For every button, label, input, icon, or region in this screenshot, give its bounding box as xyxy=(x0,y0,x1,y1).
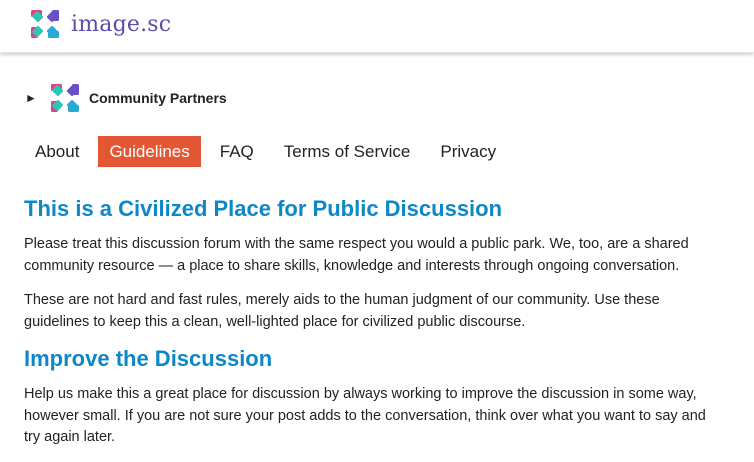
section-heading-improve-discussion: Improve the Discussion xyxy=(24,346,273,371)
home-logo-link[interactable]: image.sc xyxy=(25,4,171,44)
nav-about[interactable]: About xyxy=(24,136,90,167)
nav-guidelines[interactable]: Guidelines xyxy=(98,136,201,167)
expand-toggle-icon[interactable]: ► xyxy=(25,91,39,105)
paragraph-help-us: Help us make this a great place for disc… xyxy=(24,386,706,445)
category-title[interactable]: Community Partners xyxy=(89,90,227,106)
nav-privacy[interactable]: Privacy xyxy=(429,136,507,167)
paragraph-respect: Please treat this discussion forum with … xyxy=(24,236,689,274)
nav-faq[interactable]: FAQ xyxy=(209,136,265,167)
paragraph-not-hard-rules: These are not hard and fast rules, merel… xyxy=(24,292,660,330)
site-header: image.sc xyxy=(0,0,754,53)
guidelines-content: This is a Civilized Place for Public Dis… xyxy=(24,196,724,462)
logo-text: image.sc xyxy=(71,11,172,37)
guidelines-nav: About Guidelines FAQ Terms of Service Pr… xyxy=(24,136,515,167)
section-heading-civilized-place: This is a Civilized Place for Public Dis… xyxy=(24,196,503,221)
community-partners-icon xyxy=(51,84,79,112)
image-sc-logo-icon xyxy=(31,10,59,38)
nav-terms-of-service[interactable]: Terms of Service xyxy=(273,136,422,167)
breadcrumb: ► Community Partners xyxy=(25,78,227,118)
